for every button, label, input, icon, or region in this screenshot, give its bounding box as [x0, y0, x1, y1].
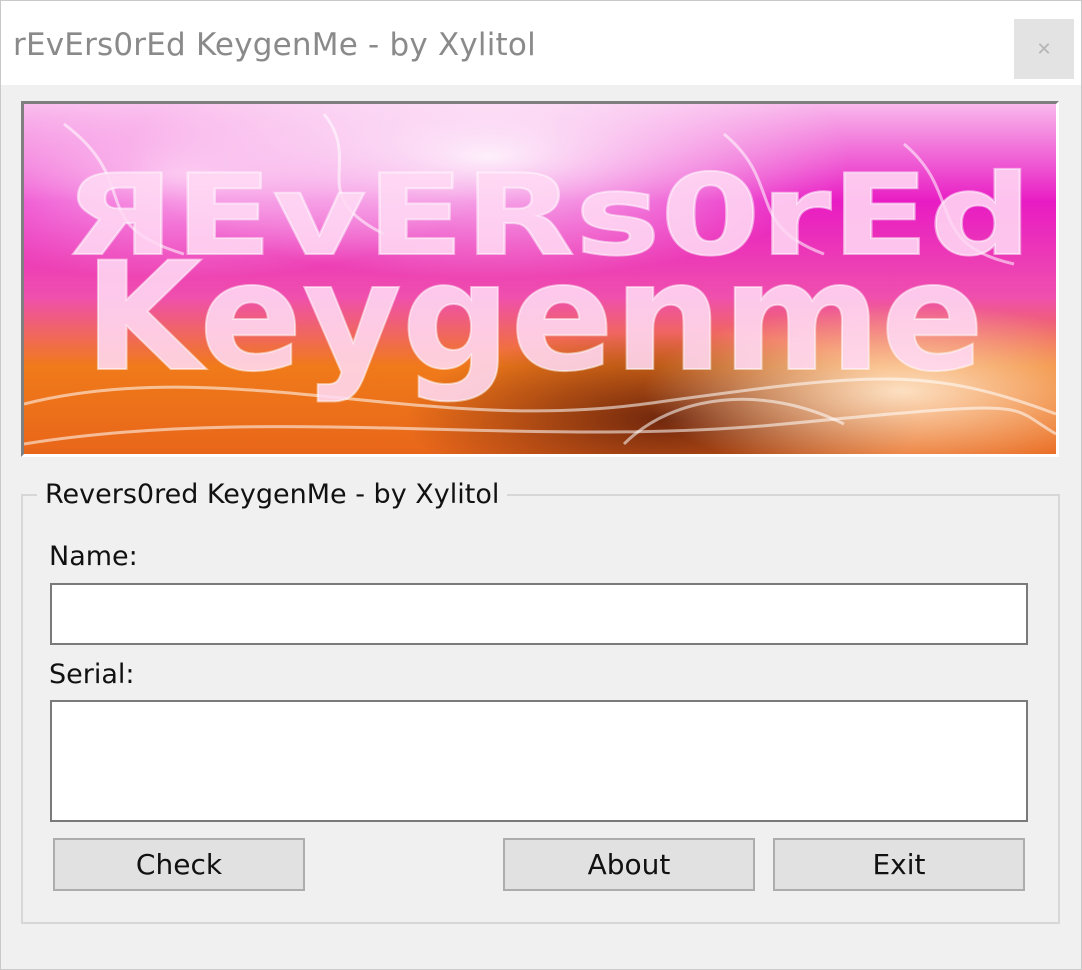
groupbox-title: Revers0red KeygenMe - by Xylitol — [37, 479, 508, 510]
banner-text-line2: Keygenme — [84, 231, 984, 405]
banner-image: ЯEvERs0rEd Keygenme — [21, 101, 1059, 457]
check-button[interactable]: Check — [53, 838, 305, 891]
title-bar: rEvErs0rEd KeygenMe - by Xylitol ✕ — [1, 1, 1081, 85]
banner-artwork: ЯEvERs0rEd Keygenme — [24, 104, 1056, 454]
about-button[interactable]: About — [503, 838, 755, 891]
name-label: Name: — [49, 541, 138, 572]
close-icon: ✕ — [1036, 38, 1052, 60]
name-input[interactable] — [50, 583, 1028, 645]
window-title: rEvErs0rEd KeygenMe - by Xylitol — [13, 27, 536, 63]
exit-button[interactable]: Exit — [773, 838, 1025, 891]
keygenme-window: rEvErs0rEd KeygenMe - by Xylitol ✕ ЯEvER… — [0, 0, 1082, 970]
close-button[interactable]: ✕ — [1014, 19, 1074, 79]
serial-label: Serial: — [49, 659, 135, 690]
serial-input[interactable] — [50, 700, 1028, 822]
